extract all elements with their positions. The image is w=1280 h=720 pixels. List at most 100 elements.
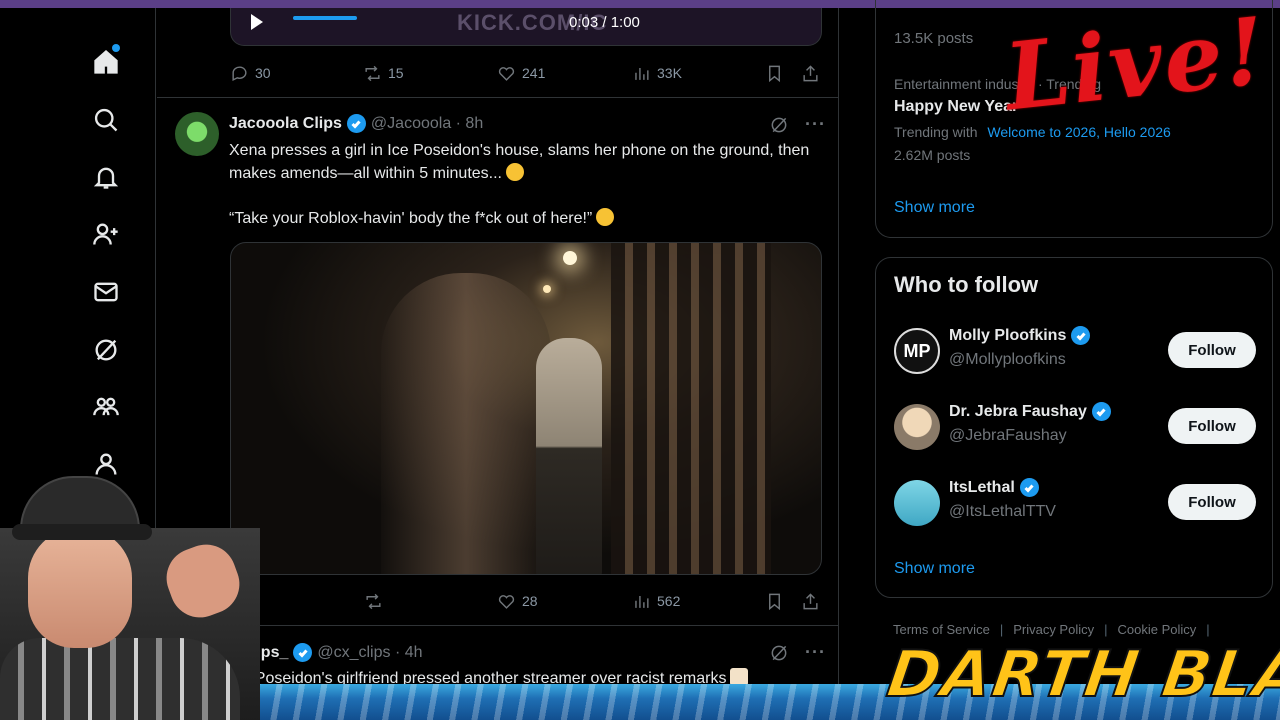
repost-icon [365, 65, 380, 81]
search-icon[interactable] [90, 104, 122, 136]
avatar[interactable] [894, 480, 940, 526]
share-button[interactable] [801, 589, 820, 613]
notifications-icon[interactable] [90, 161, 122, 193]
heart-icon [498, 66, 515, 81]
like-button[interactable]: 241 [497, 61, 545, 85]
webcam-overlay [0, 468, 270, 720]
share-icon [803, 64, 818, 81]
tweet-header: Jacooola Clips @Jacooola · 8h [229, 114, 483, 133]
footer-link[interactable]: Cookie Policy [1118, 622, 1197, 637]
footer-link[interactable]: Terms of Service [893, 622, 990, 637]
views-button[interactable]: 33K [632, 61, 682, 85]
repost-button[interactable] [364, 589, 383, 613]
repost-icon [366, 593, 381, 609]
video-frame-shape [536, 338, 602, 574]
follow-suggestion[interactable]: MP Molly Ploofkins @Mollyploofkins Follo… [894, 326, 1256, 378]
heart-icon [498, 594, 515, 609]
suggestion-handle: @JebraFaushay [949, 427, 1067, 444]
messages-icon[interactable] [90, 276, 122, 308]
avatar[interactable] [894, 404, 940, 450]
bookmark-icon [769, 65, 780, 82]
author-name[interactable]: Jacooola Clips [229, 115, 342, 133]
like-count: 28 [522, 593, 538, 609]
reply-icon [232, 65, 247, 81]
author-handle[interactable]: @Jacooola · 8h [371, 115, 483, 133]
author-handle[interactable]: @cx_clips · 4h [317, 644, 422, 662]
suggestion-name-text: ItsLethal [949, 478, 1015, 496]
prev-tweet-actions: 30 15 241 33K [230, 61, 825, 85]
suggestion-handle: @ItsLethalTTV [949, 503, 1056, 520]
repost-count: 15 [388, 65, 404, 81]
show-more-link[interactable]: Show more [894, 560, 975, 578]
grok-icon[interactable] [90, 334, 122, 366]
tweet-text-line: “Take your Roblox-havin' body the f*ck o… [229, 210, 593, 227]
suggestion-name[interactable]: Dr. Jebra Faushay [949, 402, 1111, 421]
bookmark-button[interactable] [765, 61, 784, 85]
video-frame-shape [543, 285, 551, 293]
grok-icon[interactable] [769, 643, 789, 663]
follow-icon[interactable] [90, 218, 122, 250]
footer-separator: | [1104, 622, 1108, 637]
home-icon[interactable] [90, 44, 122, 78]
suggestion-name-text: Dr. Jebra Faushay [949, 402, 1087, 420]
streamer-brand-logo: DARTH BLAZE [882, 637, 1280, 713]
more-options-icon[interactable]: ··· [805, 114, 826, 135]
video-frame-shape [563, 251, 577, 265]
follow-button[interactable]: Follow [1168, 332, 1256, 368]
notification-dot [112, 44, 120, 52]
follow-suggestion[interactable]: Dr. Jebra Faushay @JebraFaushay Follow [894, 402, 1256, 454]
share-button[interactable] [801, 61, 820, 85]
verified-badge-icon [1071, 326, 1091, 345]
bookmark-button[interactable] [765, 589, 784, 613]
footer-link[interactable]: Privacy Policy [1013, 622, 1094, 637]
follow-button[interactable]: Follow [1168, 408, 1256, 444]
repost-button[interactable]: 15 [363, 61, 404, 85]
footer-separator: | [999, 622, 1004, 637]
tweet-header-actions: ··· [769, 114, 826, 135]
tweet-header-actions: ··· [769, 642, 826, 663]
share-icon [803, 592, 818, 609]
grok-icon[interactable] [769, 115, 789, 135]
streamer-cap-brim [12, 524, 152, 540]
views-icon [635, 67, 649, 80]
video-progress-bar[interactable] [293, 16, 357, 20]
play-icon[interactable] [251, 14, 263, 30]
trending-with-label: Trending with [894, 124, 978, 140]
laughing-emoji-icon [596, 208, 615, 226]
suggestion-name[interactable]: Molly Ploofkins [949, 326, 1091, 345]
follow-button[interactable]: Follow [1168, 484, 1256, 520]
reply-button[interactable]: 30 [230, 61, 271, 85]
suggestion-name-text: Molly Ploofkins [949, 326, 1067, 344]
follow-suggestion[interactable]: ItsLethal @ItsLethalTTV Follow [894, 478, 1256, 530]
suggestion-handle: @Mollyploofkins [949, 351, 1066, 368]
footer-links: Terms of Service | Privacy Policy | Cookie… [893, 622, 1220, 637]
suggestion-name[interactable]: ItsLethal [949, 478, 1039, 497]
tweet-actions: 28 562 [230, 589, 825, 613]
views-button[interactable]: 562 [632, 589, 680, 613]
footer-separator: | [1206, 622, 1210, 637]
astonished-emoji-icon [506, 163, 524, 181]
verified-badge-icon [1019, 478, 1039, 497]
trend-post-count: 13.5K posts [894, 30, 974, 47]
views-count: 562 [657, 593, 681, 609]
like-count: 241 [522, 65, 546, 81]
avatar[interactable] [175, 112, 219, 156]
views-icon [635, 595, 649, 608]
like-button[interactable]: 28 [497, 589, 538, 613]
video-frame-shape [381, 273, 551, 574]
tweet-video[interactable] [230, 242, 822, 575]
more-options-icon[interactable]: ··· [805, 642, 826, 663]
verified-badge-icon [346, 114, 366, 133]
trend-title[interactable]: Happy New Year [894, 98, 1018, 116]
tweet-quote: “Take your Roblox-havin' body the f*ck o… [229, 207, 814, 230]
previous-video-player[interactable]: KICK.COM/IC 0:03 / 1:00 [230, 8, 822, 46]
tweet-divider [157, 97, 838, 98]
tweet-text: Xena presses a girl in Ice Poseidon's ho… [229, 139, 814, 185]
who-to-follow-title: Who to follow [894, 272, 1039, 297]
trend-posts: 2.62M posts [894, 147, 971, 163]
show-more-link[interactable]: Show more [894, 199, 975, 217]
avatar[interactable]: MP [894, 328, 940, 374]
reply-count: 30 [255, 65, 271, 81]
communities-icon[interactable] [90, 391, 122, 423]
views-count: 33K [657, 65, 682, 81]
